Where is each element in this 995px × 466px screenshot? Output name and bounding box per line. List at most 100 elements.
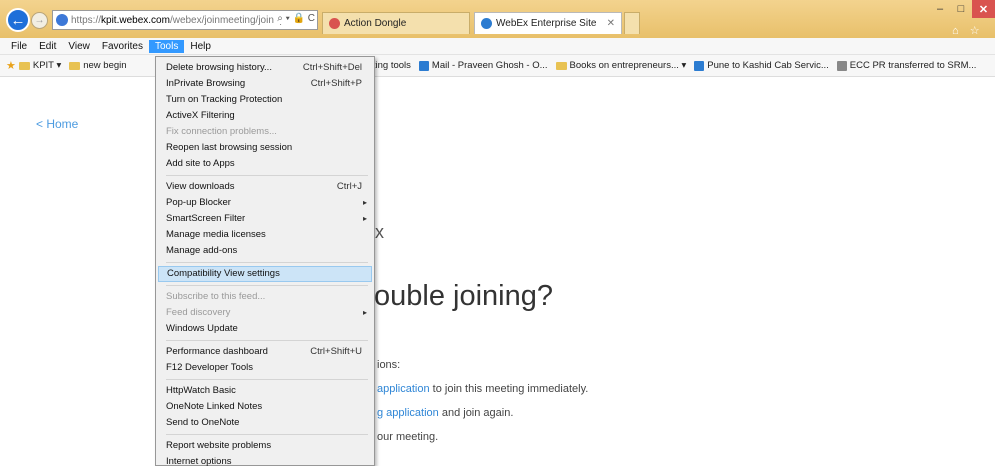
page-heading: ouble joining? (374, 280, 553, 312)
forward-arrow-icon[interactable]: → (31, 12, 48, 29)
favorites-bar: ★ KPIT ▾ new begin Ticketing tools Mail … (0, 55, 995, 77)
tab-action-dongle[interactable]: Action Dongle (322, 12, 470, 34)
menu-item-label: SmartScreen Filter (166, 213, 246, 224)
menu-shortcut: Ctrl+Shift+U (310, 346, 362, 357)
menu-item-label: F12 Developer Tools (166, 362, 253, 373)
site-globe-icon (56, 14, 68, 26)
address-controls[interactable]: ⌕ ▾ 🔒 C (274, 13, 315, 24)
menu-item-label: Windows Update (166, 323, 238, 334)
tools-menu-item[interactable]: Add site to Apps (158, 156, 372, 172)
heading-fragment: x (375, 222, 384, 242)
menu-bar: File Edit View Favorites Tools Help (0, 38, 995, 55)
tip-line: g application and join again. (377, 407, 513, 419)
url-protocol: https:// (71, 14, 102, 26)
tab-label: Action Dongle (344, 18, 407, 29)
tools-menu-item[interactable]: HttpWatch Basic (158, 383, 372, 399)
tools-menu-item[interactable]: Pop-up Blocker ▸ (158, 195, 372, 211)
tools-menu-item[interactable]: ActiveX Filtering (158, 108, 372, 124)
tools-menu-item[interactable]: Manage add-ons (158, 243, 372, 259)
menu-item-label: Compatibility View settings (167, 268, 280, 279)
new-tab-button[interactable] (624, 12, 640, 34)
maximize-button[interactable]: □ (951, 0, 971, 18)
url-path: /webex/joinmeeting/join?p (169, 14, 286, 26)
tools-menu-item[interactable]: Delete browsing history... Ctrl+Shift+Del (158, 60, 372, 76)
tip-link[interactable]: g application (377, 407, 439, 419)
tab-favicon-icon (481, 18, 492, 29)
tip-line: our meeting. (377, 431, 439, 443)
menu-item-label: Pop-up Blocker (166, 197, 231, 208)
favorite-item[interactable]: Mail - Praveen Ghosh - O... (418, 60, 548, 71)
favorite-label: KPIT ▾ (32, 60, 62, 71)
menu-item-label: Subscribe to this feed... (166, 291, 266, 302)
tools-menu-item[interactable]: View downloads Ctrl+J (158, 179, 372, 195)
folder-icon (18, 61, 30, 70)
menu-item-label: ActiveX Filtering (166, 110, 235, 121)
menu-view[interactable]: View (62, 40, 96, 53)
favorite-item[interactable]: new begin (69, 60, 127, 71)
submenu-arrow-icon: ▸ (362, 308, 367, 317)
favorite-item[interactable]: ECC PR transferred to SRM... (836, 60, 977, 71)
tools-menu-item[interactable]: Internet options (158, 454, 372, 466)
tools-menu-item[interactable]: F12 Developer Tools (158, 360, 372, 376)
favorite-label: Pune to Kashid Cab Servic... (707, 60, 829, 71)
menu-item-label: Delete browsing history... (166, 62, 272, 73)
url-domain: kpit.webex.com (101, 14, 170, 26)
menu-help[interactable]: Help (184, 40, 217, 53)
tab-favicon-icon (329, 18, 340, 29)
menu-item-label: Performance dashboard (166, 346, 268, 357)
menu-item-label: Fix connection problems... (166, 126, 277, 137)
menu-item-label: Add site to Apps (166, 158, 235, 169)
favorite-label: Mail - Praveen Ghosh - O... (431, 60, 548, 71)
favorite-item[interactable]: Books on entrepreneurs... ▾ (555, 60, 687, 71)
tools-menu-item[interactable]: Manage media licenses (158, 227, 372, 243)
tab-close-icon[interactable]: ✕ (607, 18, 615, 29)
menu-item-label: View downloads (166, 181, 235, 192)
menu-item-label: OneNote Linked Notes (166, 401, 263, 412)
tools-menu-item[interactable]: Compatibility View settings (158, 266, 372, 282)
tools-menu-item[interactable]: SmartScreen Filter ▸ (158, 211, 372, 227)
home-link[interactable]: < Home (36, 117, 78, 131)
tools-menu-item[interactable]: Turn on Tracking Protection (158, 92, 372, 108)
minimize-button[interactable]: – (930, 0, 950, 18)
tab-webex[interactable]: WebEx Enterprise Site ✕ (474, 12, 622, 34)
tools-menu-item[interactable]: Send to OneNote (158, 415, 372, 431)
menu-shortcut: Ctrl+Shift+Del (302, 62, 362, 73)
tools-menu-item[interactable]: Performance dashboard Ctrl+Shift+U (158, 344, 372, 360)
tools-menu: Delete browsing history... Ctrl+Shift+Del… (155, 56, 375, 466)
menu-shortcut: Ctrl+J (336, 181, 362, 192)
address-bar[interactable]: https:// kpit.webex.com /webex/joinmeeti… (52, 10, 318, 30)
menu-item-label: Turn on Tracking Protection (166, 94, 283, 105)
menu-favorites[interactable]: Favorites (96, 40, 149, 53)
tools-menu-item[interactable]: OneNote Linked Notes (158, 399, 372, 415)
tab-label: WebEx Enterprise Site (496, 18, 597, 29)
favorite-item[interactable]: Pune to Kashid Cab Servic... (694, 60, 829, 71)
menu-shortcut: Ctrl+Shift+P (310, 78, 362, 89)
menu-edit[interactable]: Edit (33, 40, 62, 53)
favorite-label: new begin (83, 60, 127, 71)
page-icon (836, 60, 847, 71)
tools-menu-item[interactable]: Windows Update (158, 321, 372, 337)
tip-link[interactable]: application (377, 383, 430, 395)
favorite-label: ECC PR transferred to SRM... (849, 60, 977, 71)
tools-menu-item[interactable]: Report website problems (158, 438, 372, 454)
menu-file[interactable]: File (5, 40, 33, 53)
close-button[interactable]: ✕ (972, 0, 995, 18)
tools-menu-item[interactable]: Reopen last browsing session (158, 140, 372, 156)
favorite-label: Books on entrepreneurs... ▾ (569, 60, 687, 71)
tools-menu-item[interactable]: InPrivate Browsing Ctrl+Shift+P (158, 76, 372, 92)
add-favorite-icon[interactable]: ★ (6, 59, 16, 72)
folder-icon (69, 61, 81, 70)
menu-tools[interactable]: Tools (148, 39, 185, 53)
menu-separator (166, 285, 368, 286)
menu-separator (166, 175, 368, 176)
page-icon (418, 60, 429, 71)
browser-titlebar: ← → https:// kpit.webex.com /webex/joinm… (0, 0, 995, 50)
favorite-item[interactable]: KPIT ▾ (18, 60, 62, 71)
menu-item-label: Reopen last browsing session (166, 142, 293, 153)
menu-item-label: Internet options (166, 456, 232, 466)
submenu-arrow-icon: ▸ (362, 198, 367, 207)
page-icon (694, 60, 705, 71)
back-arrow-icon[interactable]: ← (6, 8, 30, 32)
tip-text: to join this meeting immediately. (429, 383, 589, 395)
tip-line: application to join this meeting immedia… (377, 383, 588, 395)
